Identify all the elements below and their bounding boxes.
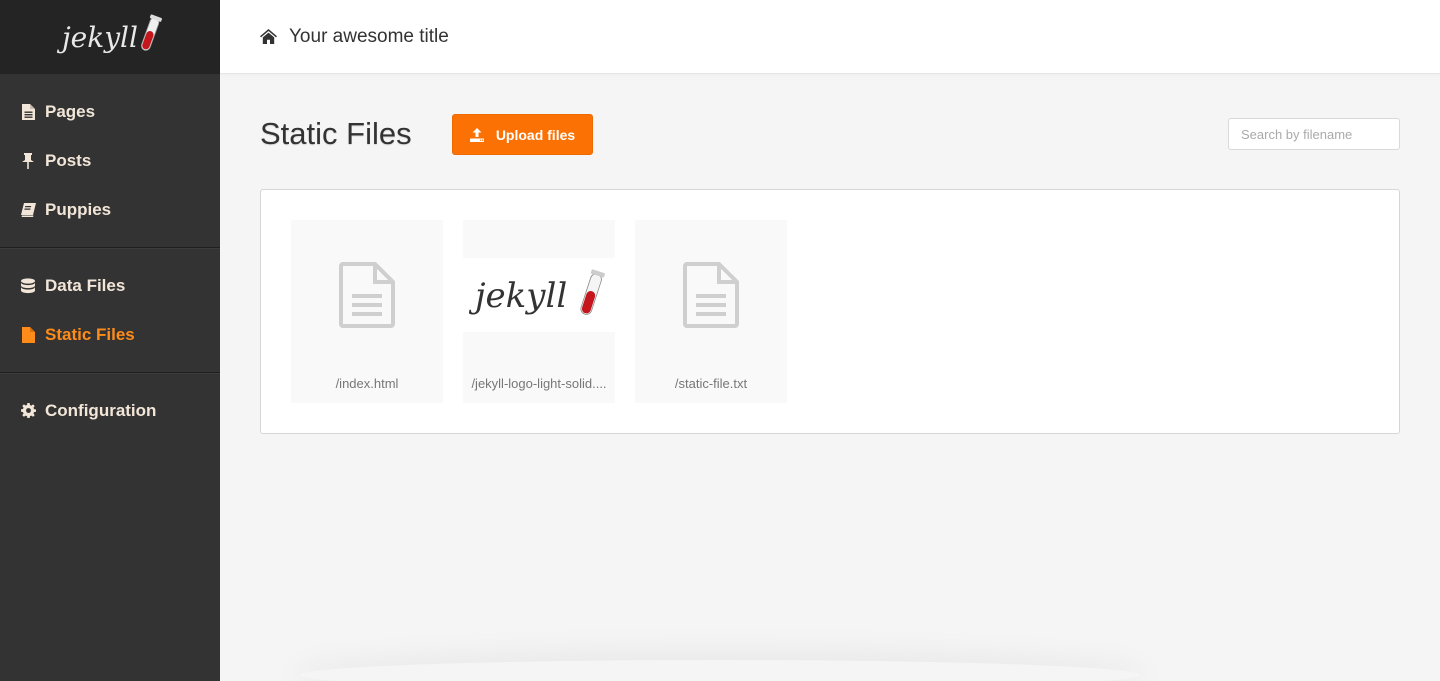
gear-icon [20,403,36,419]
sidebar-item-label: Data Files [45,275,126,295]
sidebar-item-puppies[interactable]: Puppies [0,185,220,234]
page-header: Static Files Upload files [260,74,1400,190]
search-input[interactable] [1228,118,1400,150]
upload-files-label: Upload files [495,126,576,143]
file-name: /jekyll-logo-light-solid.... [471,376,607,391]
file-thumbnail [291,220,443,370]
file-thumbnail [635,220,787,370]
document-icon [339,262,395,328]
file-name: /index.html [335,376,399,391]
svg-text:jekyll: jekyll [469,276,567,316]
svg-text:jekyll: jekyll [56,21,138,54]
image-preview: jekyll [463,258,615,332]
file-thumbnail: jekyll [463,220,615,370]
page-title: Static Files [260,116,412,151]
nav-group-settings: Configuration [0,372,220,448]
file-card-index-html[interactable]: /index.html [291,220,443,403]
main-content: Static Files Upload files /index.html [260,74,1400,434]
sidebar-item-label: Configuration [45,400,157,420]
sidebar-item-data-files[interactable]: Data Files [0,261,220,310]
nav-group-files: Data Files Static Files [0,247,220,372]
file-icon [20,326,36,343]
upload-icon [469,127,484,142]
sidebar-item-label: Posts [45,150,92,170]
sidebar: jekyll Pages Posts Puppies Data Files St… [0,0,220,681]
home-icon[interactable] [260,28,277,45]
sidebar-item-label: Pages [45,101,96,121]
nav-group-content: Pages Posts Puppies [0,74,220,247]
sidebar-item-pages[interactable]: Pages [0,87,220,136]
file-card-jekyll-logo[interactable]: jekyll /jekyll-logo-light-solid.... [463,220,615,403]
sidebar-item-label: Static Files [45,324,135,344]
brand-logo-area[interactable]: jekyll [0,0,220,74]
document-icon [683,262,739,328]
database-icon [20,277,36,294]
footer-shadow [300,660,1140,681]
upload-files-button[interactable]: Upload files [452,114,593,155]
sidebar-item-static-files[interactable]: Static Files [0,310,220,359]
sidebar-item-configuration[interactable]: Configuration [0,386,220,435]
jekyll-logo: jekyll [56,14,162,54]
book-icon [20,202,36,218]
file-name: /static-file.txt [674,376,748,391]
top-bar: Your awesome title [220,0,1440,74]
sidebar-item-label: Puppies [45,199,112,219]
jekyll-logo-image: jekyll [469,269,605,316]
file-text-icon [20,103,36,120]
sidebar-item-posts[interactable]: Posts [0,136,220,185]
site-title[interactable]: Your awesome title [289,26,449,48]
file-card-static-file-txt[interactable]: /static-file.txt [635,220,787,403]
thumbtack-icon [20,152,36,169]
static-files-panel: /index.html jekyll /jekyll-logo-light-so… [260,189,1400,434]
